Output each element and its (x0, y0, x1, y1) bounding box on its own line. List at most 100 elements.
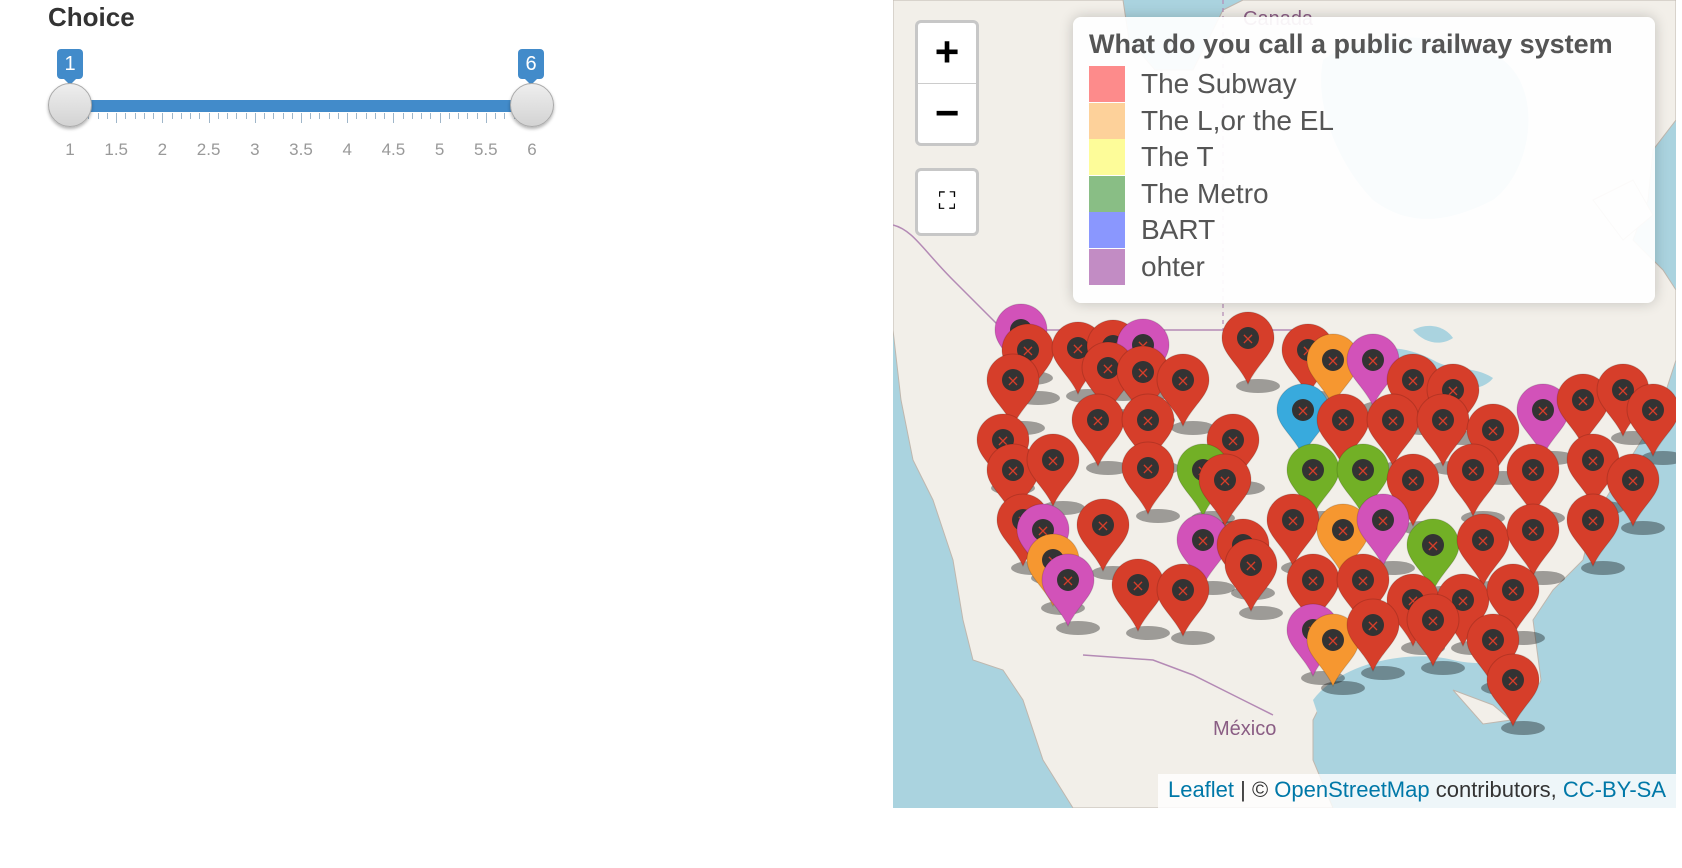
svg-text:×: × (1386, 411, 1399, 430)
legend-swatch (1089, 248, 1125, 285)
svg-text:×: × (1586, 451, 1599, 470)
svg-text:×: × (1466, 461, 1479, 480)
legend-label: The T (1141, 141, 1214, 173)
slider-tick (301, 113, 302, 123)
slider-minor-tick (282, 113, 284, 119)
slider-tick (162, 113, 164, 123)
slider-minor-tick (402, 113, 404, 119)
legend-swatch (1089, 102, 1125, 139)
slider-minor-tick (245, 113, 247, 119)
slider-minor-tick (365, 113, 367, 119)
slider-tick-label: 3.5 (289, 140, 313, 159)
svg-text:×: × (1306, 571, 1319, 590)
svg-text:×: × (1176, 371, 1189, 390)
fullscreen-button[interactable]: ⛶ (915, 168, 979, 236)
slider-minor-tick (310, 113, 312, 119)
legend-item: The T (1089, 139, 1639, 176)
svg-text:×: × (1096, 516, 1109, 535)
slider-tick (485, 113, 487, 123)
svg-text:×: × (1046, 451, 1059, 470)
zoom-control: + − (915, 20, 979, 146)
slider-minor-tick (421, 113, 423, 119)
svg-text:×: × (1526, 521, 1539, 540)
svg-text:×: × (1336, 521, 1349, 540)
slider-minor-tick (143, 113, 145, 119)
slider-minor-tick (171, 113, 173, 119)
slider-minor-tick (291, 113, 293, 119)
slider-tick-label: 5 (434, 140, 445, 159)
osm-link[interactable]: OpenStreetMap (1274, 777, 1429, 802)
legend-item: The Subway (1089, 66, 1639, 103)
leaflet-link[interactable]: Leaflet (1168, 777, 1234, 802)
slider-tick-label: 4 (342, 140, 352, 159)
map-attribution: Leaflet | © OpenStreetMap contributors, … (1157, 774, 1676, 808)
zoom-out-button[interactable]: − (918, 84, 976, 144)
zoom-in-button[interactable]: + (918, 23, 976, 84)
svg-text:×: × (1366, 616, 1379, 635)
svg-text:×: × (1141, 411, 1154, 430)
slider-minor-tick (134, 113, 136, 119)
svg-text:×: × (1336, 411, 1349, 430)
slider-minor-tick (495, 113, 497, 119)
slider-minor-tick (411, 113, 413, 119)
svg-text:×: × (1576, 391, 1589, 410)
map-view[interactable]: × × × × × × × × × × × × × × × × × × × × × × × × × × × × × × × × × × × × × × × ×… (893, 0, 1676, 808)
svg-text:×: × (1136, 363, 1149, 382)
svg-text:×: × (1244, 556, 1257, 575)
slider-minor-tick (337, 113, 339, 119)
slider-minor-tick (199, 113, 201, 119)
slider-minor-tick (236, 113, 238, 119)
svg-text:×: × (1226, 431, 1239, 450)
slider-tick-label: 1.5 (104, 140, 129, 159)
slider-minor-tick (504, 113, 506, 119)
slider-minor-tick (190, 113, 192, 119)
mexico-label: México (1213, 718, 1277, 740)
slider-max-handle[interactable] (510, 83, 554, 127)
svg-text:×: × (1376, 511, 1389, 530)
slider-tick (393, 113, 395, 123)
svg-text:×: × (1406, 471, 1419, 490)
slider-minor-tick (430, 113, 432, 119)
slider-minor-tick (384, 113, 386, 119)
svg-text:×: × (1436, 411, 1449, 430)
slider-minor-tick (467, 113, 469, 119)
legend-item: ohter (1089, 248, 1639, 286)
svg-text:×: × (1218, 471, 1231, 490)
slider-minor-tick (217, 113, 219, 119)
slider-tick-label: 1 (65, 140, 75, 159)
license-link[interactable]: CC-BY-SA (1563, 777, 1666, 802)
svg-text:×: × (1366, 351, 1379, 370)
svg-text:×: × (1071, 339, 1084, 358)
slider-selected-range (70, 100, 532, 112)
svg-text:×: × (1196, 531, 1209, 550)
svg-text:×: × (1061, 571, 1074, 590)
slider-min-handle[interactable] (48, 83, 92, 127)
svg-text:×: × (1241, 329, 1254, 348)
slider-tick (116, 113, 118, 123)
svg-text:×: × (1506, 581, 1519, 600)
svg-text:×: × (1326, 631, 1339, 650)
svg-text:×: × (1486, 421, 1499, 440)
legend-title: What do you call a public railway system (1089, 29, 1613, 59)
map-marker[interactable]: × (1626, 383, 1676, 465)
svg-text:×: × (1306, 461, 1319, 480)
slider-minor-tick (153, 113, 155, 119)
svg-text:×: × (1526, 461, 1539, 480)
slider-minor-tick (97, 113, 99, 119)
legend-swatch (1089, 66, 1125, 103)
slider-tick-label: 3 (250, 140, 260, 159)
slider-minor-tick (319, 113, 321, 119)
svg-text:×: × (1486, 631, 1499, 650)
attribution-contributors: contributors, (1429, 777, 1563, 802)
svg-text:×: × (1091, 411, 1104, 430)
map-legend: What do you call a public railway system… (1073, 17, 1655, 303)
svg-text:×: × (1426, 536, 1439, 555)
slider-minor-tick (125, 113, 127, 119)
svg-text:×: × (1626, 471, 1639, 490)
legend-item: The Metro (1089, 175, 1639, 213)
svg-text:×: × (1131, 576, 1144, 595)
svg-text:×: × (1176, 581, 1189, 600)
legend-item: BART (1089, 212, 1639, 249)
fullscreen-icon: ⛶ (938, 188, 956, 215)
slider-minor-tick (106, 113, 108, 119)
